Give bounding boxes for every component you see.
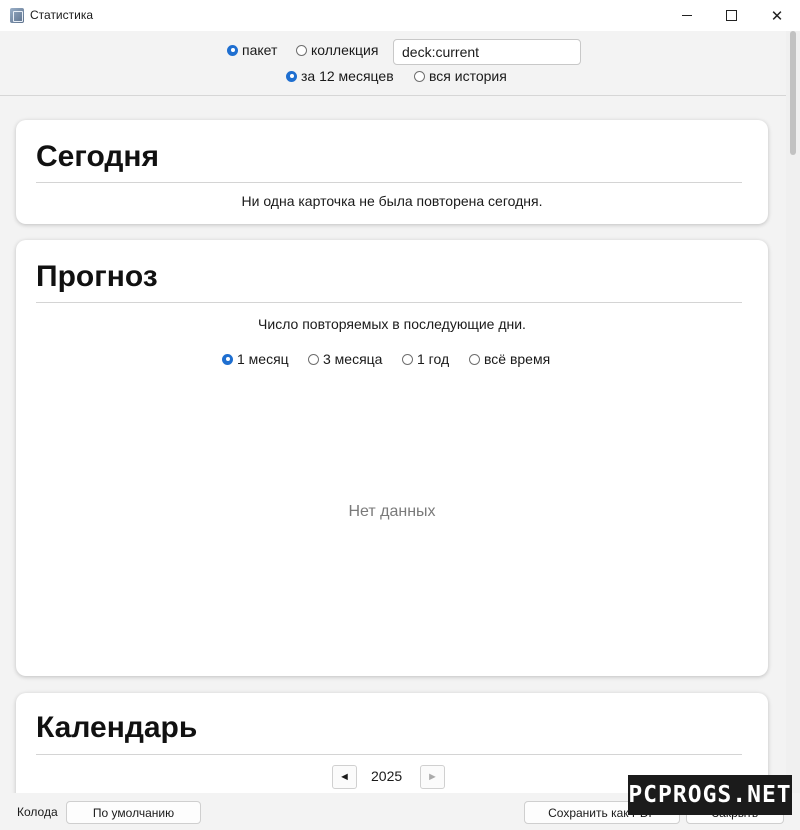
- scrollbar-thumb[interactable]: [790, 31, 796, 155]
- next-year-button[interactable]: ►: [420, 765, 445, 789]
- range-label: 3 месяца: [323, 351, 383, 367]
- forecast-card: Прогноз Число повторяемых в последующие …: [16, 240, 768, 676]
- search-input[interactable]: [393, 39, 581, 65]
- today-title: Сегодня: [36, 140, 160, 173]
- forecast-title: Прогноз: [36, 260, 158, 293]
- range-3-months-radio[interactable]: 3 месяца: [308, 351, 382, 367]
- forecast-description: Число повторяемых в последующие дни.: [258, 316, 526, 332]
- scope-collection-radio[interactable]: коллекция: [296, 42, 378, 58]
- range-all-time-radio[interactable]: всё время: [469, 351, 550, 367]
- vertical-scrollbar[interactable]: [786, 31, 800, 793]
- radio-selected-icon: [222, 353, 233, 365]
- range-label: 1 год: [417, 351, 450, 367]
- no-data-message: Нет данных: [348, 503, 436, 520]
- radio-selected-icon: [227, 44, 238, 56]
- today-message: Ни одна карточка не была повторена сегод…: [241, 193, 543, 209]
- watermark-logo: PCPROGS.NET: [628, 775, 792, 815]
- radio-icon: [414, 70, 425, 82]
- period-year-label: за 12 месяцев: [301, 68, 394, 84]
- scope-deck-radio[interactable]: пакет: [227, 42, 277, 58]
- radio-selected-icon: [286, 70, 297, 82]
- prev-arrow-icon: ◄: [339, 771, 350, 783]
- close-icon: ✕: [770, 7, 784, 25]
- period-year-radio[interactable]: за 12 месяцев: [286, 68, 394, 84]
- range-1-month-radio[interactable]: 1 месяц: [222, 351, 289, 367]
- preset-button[interactable]: По умолчанию: [66, 801, 201, 824]
- maximize-button[interactable]: [708, 0, 754, 31]
- calendar-title: Календарь: [36, 711, 198, 744]
- period-all-label: вся история: [429, 68, 507, 84]
- range-1-year-radio[interactable]: 1 год: [402, 351, 449, 367]
- range-label: всё время: [484, 351, 551, 367]
- calendar-year: 2025: [371, 768, 403, 784]
- scope-deck-label: пакет: [242, 42, 278, 58]
- radio-icon: [296, 44, 307, 56]
- maximize-icon: [725, 10, 737, 21]
- divider: [36, 754, 742, 755]
- divider: [36, 302, 742, 303]
- deck-label: Колода: [17, 805, 58, 819]
- minimize-icon: [682, 15, 692, 16]
- stats-content[interactable]: Сегодня Ни одна карточка не была повторе…: [0, 96, 786, 793]
- filter-bar: пакет коллекция за 12 месяцев вся истори…: [0, 31, 786, 96]
- scope-collection-label: коллекция: [311, 42, 379, 58]
- app-icon: [10, 8, 24, 23]
- radio-icon: [469, 353, 480, 365]
- radio-icon: [308, 353, 319, 365]
- radio-icon: [402, 353, 413, 365]
- close-window-button[interactable]: ✕: [754, 0, 800, 31]
- title-bar: Статистика ✕: [0, 0, 800, 31]
- prev-year-button[interactable]: ◄: [332, 765, 357, 789]
- range-label: 1 месяц: [237, 351, 289, 367]
- today-card: Сегодня Ни одна карточка не была повторе…: [16, 120, 768, 224]
- window-title: Статистика: [30, 8, 94, 22]
- minimize-button[interactable]: [664, 0, 710, 31]
- period-all-radio[interactable]: вся история: [414, 68, 507, 84]
- divider: [36, 182, 742, 183]
- next-arrow-icon: ►: [427, 771, 438, 783]
